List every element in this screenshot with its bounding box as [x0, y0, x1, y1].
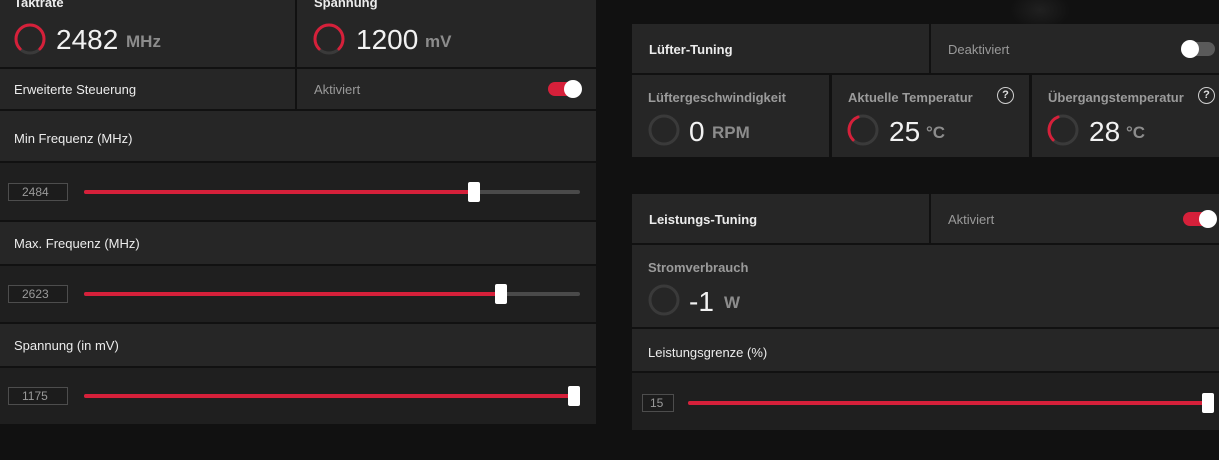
power-tuning-toggle[interactable]: [1183, 210, 1217, 228]
power-limit-slider-row: 15: [632, 373, 1219, 430]
clock-cell: Taktrate 2482 MHz: [0, 0, 295, 67]
slider-fill: [84, 394, 574, 398]
junction-temperature-unit: °C: [1126, 123, 1146, 142]
current-temperature-label: Aktuelle Temperatur: [848, 90, 973, 105]
advanced-control-cell: Erweiterte Steuerung: [0, 69, 295, 109]
max-frequency-label: Max. Frequenz (MHz): [14, 236, 140, 251]
power-limit-header: Leistungsgrenze (%): [632, 329, 1219, 371]
fan-tuning-title: Lüfter-Tuning: [649, 42, 733, 57]
slider-fill: [84, 292, 501, 296]
slider-thumb[interactable]: [568, 386, 580, 406]
clock-value: 2482: [56, 24, 119, 55]
fan-tuning-status: Deaktiviert: [948, 42, 1010, 57]
fan-speed-unit: RPM: [712, 123, 750, 142]
fan-speed-value: 0: [689, 116, 705, 147]
advanced-control-toggle[interactable]: [548, 80, 582, 98]
voltage-slider-row: 1175: [0, 368, 596, 424]
power-limit-label: Leistungsgrenze (%): [648, 345, 768, 360]
gauge-icon: [648, 284, 680, 316]
slider-thumb[interactable]: [495, 284, 507, 304]
power-tuning-title: Leistungs-Tuning: [649, 212, 758, 227]
min-frequency-header: Min Frequenz (MHz): [0, 111, 596, 161]
voltage-slider[interactable]: [84, 386, 580, 406]
voltage-slider-label: Spannung (in mV): [14, 338, 119, 353]
power-consumption-label: Stromverbrauch: [648, 260, 749, 275]
help-icon[interactable]: ?: [997, 87, 1014, 104]
toggle-knob: [1181, 40, 1199, 58]
advanced-control-toggle-cell: Aktiviert: [297, 69, 596, 109]
current-temperature-cell: Aktuelle Temperatur ? 25 °C: [832, 75, 1029, 157]
clock-unit: MHz: [126, 32, 161, 51]
help-icon[interactable]: ?: [1198, 87, 1215, 104]
power-consumption-value: -1: [689, 286, 714, 317]
slider-thumb[interactable]: [1202, 393, 1214, 413]
fan-tuning-toggle-cell: Deaktiviert: [931, 24, 1219, 73]
clock-label: Taktrate: [14, 0, 64, 10]
current-temperature-value: 25: [889, 116, 921, 147]
advanced-control-label: Erweiterte Steuerung: [14, 82, 137, 97]
fan-speed-cell: Lüftergeschwindigkeit 0 RPM: [632, 75, 829, 157]
min-frequency-input[interactable]: 2484: [8, 183, 68, 201]
max-frequency-slider[interactable]: [84, 284, 580, 304]
power-tuning-header: Leistungs-Tuning: [632, 194, 929, 243]
voltage-cell: Spannung 1200 mV: [297, 0, 596, 67]
fan-tuning-toggle[interactable]: [1181, 40, 1215, 58]
max-frequency-header: Max. Frequenz (MHz): [0, 222, 596, 264]
voltage-unit: mV: [425, 32, 452, 51]
junction-temperature-value: 28: [1089, 116, 1121, 147]
junction-temperature-cell: Übergangstemperatur ? 28 °C: [1032, 75, 1219, 157]
min-frequency-slider[interactable]: [84, 182, 580, 202]
gauge-icon: [648, 114, 680, 146]
junction-temperature-label: Übergangstemperatur: [1048, 90, 1184, 105]
current-temperature-unit: °C: [926, 123, 946, 142]
max-frequency-input[interactable]: 2623: [8, 285, 68, 303]
gauge-icon: [313, 23, 345, 55]
max-frequency-slider-row: 2623: [0, 266, 596, 322]
voltage-input[interactable]: 1175: [8, 387, 68, 405]
slider-fill: [84, 190, 474, 194]
toggle-knob: [564, 80, 582, 98]
power-tuning-status: Aktiviert: [948, 212, 995, 227]
power-limit-input[interactable]: 15: [642, 394, 674, 412]
voltage-slider-header: Spannung (in mV): [0, 324, 596, 366]
slider-fill: [688, 401, 1208, 405]
gauge-icon: [1047, 114, 1079, 146]
voltage-value: 1200: [356, 24, 419, 55]
advanced-control-status: Aktiviert: [314, 82, 361, 97]
fan-speed-label: Lüftergeschwindigkeit: [648, 90, 786, 105]
power-consumption-cell: Stromverbrauch -1 W: [632, 245, 1219, 327]
slider-thumb[interactable]: [468, 182, 480, 202]
min-frequency-slider-row: 2484: [0, 163, 596, 220]
power-tuning-toggle-cell: Aktiviert: [931, 194, 1219, 243]
power-consumption-unit: W: [724, 293, 741, 312]
power-limit-slider[interactable]: [688, 393, 1214, 413]
gauge-icon: [847, 114, 879, 146]
min-frequency-label: Min Frequenz (MHz): [14, 131, 133, 146]
voltage-label: Spannung: [314, 0, 378, 10]
gauge-icon: [14, 23, 46, 55]
fan-tuning-header: Lüfter-Tuning: [632, 24, 929, 73]
toggle-knob: [1199, 210, 1217, 228]
